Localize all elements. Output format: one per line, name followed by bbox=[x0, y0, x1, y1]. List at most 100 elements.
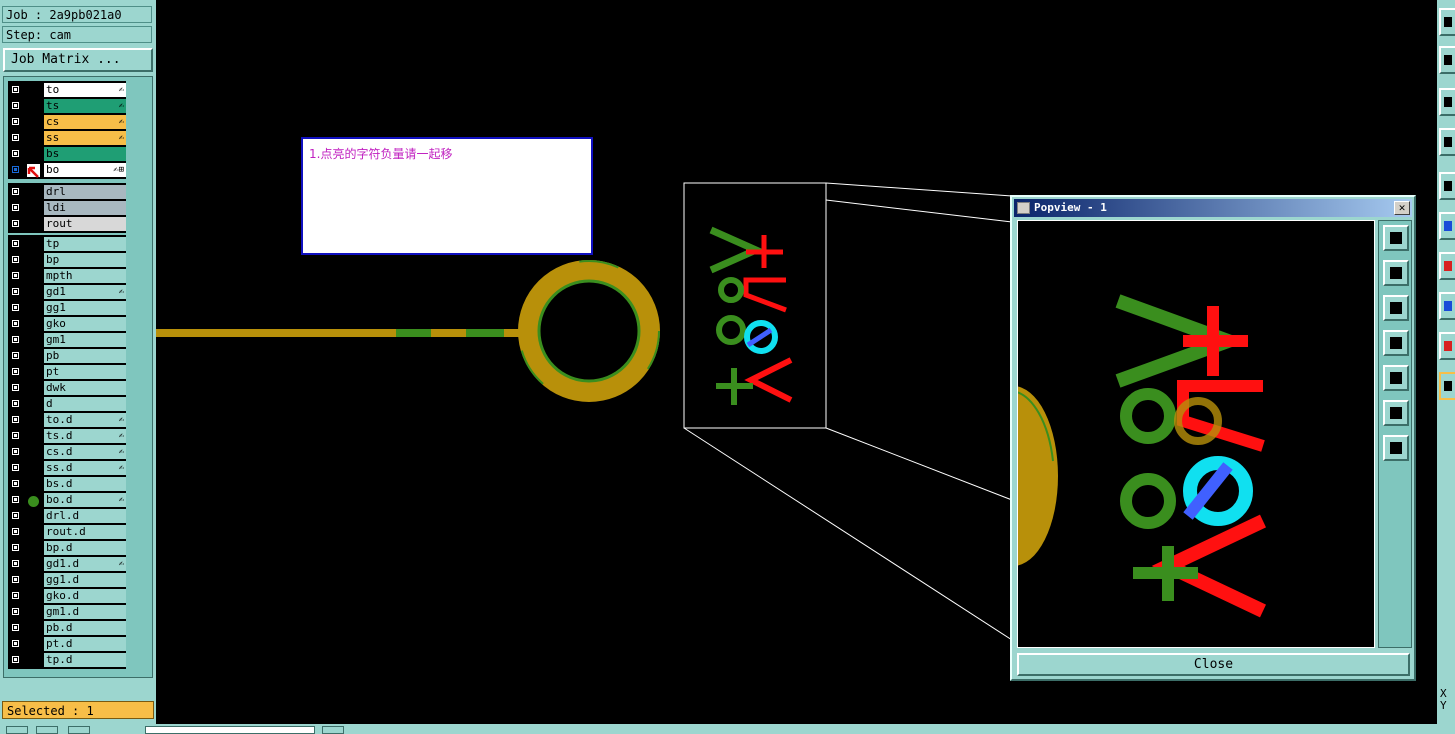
popview-title-bar[interactable]: Popview - 1 ✕ bbox=[1014, 199, 1412, 217]
bottom-button[interactable] bbox=[6, 726, 28, 734]
layer-name[interactable]: tp.d bbox=[44, 653, 126, 667]
layer-row-gm1[interactable]: gm1 bbox=[9, 332, 126, 348]
layer-name[interactable]: pt.d bbox=[44, 637, 126, 651]
layer-name[interactable]: bp.d bbox=[44, 541, 126, 555]
layer-checkbox[interactable] bbox=[11, 543, 20, 552]
layer-status-cell[interactable] bbox=[24, 477, 44, 491]
layer-status-cell[interactable] bbox=[24, 83, 44, 97]
layer-status-cell[interactable] bbox=[24, 525, 44, 539]
popview-tool-zoom-out[interactable] bbox=[1383, 435, 1409, 461]
note-box[interactable]: 1.点亮的字符负量请一起移 bbox=[301, 137, 593, 255]
layer-checkbox[interactable] bbox=[11, 367, 20, 376]
layer-row-rout-d[interactable]: rout.d bbox=[9, 524, 126, 540]
job-matrix-button[interactable]: Job Matrix ... bbox=[3, 48, 153, 72]
layer-checkbox[interactable] bbox=[11, 203, 20, 212]
layer-row-drl-d[interactable]: drl.d bbox=[9, 508, 126, 524]
layer-checkbox[interactable] bbox=[11, 133, 20, 142]
layer-checkbox[interactable] bbox=[11, 559, 20, 568]
layer-checkbox[interactable] bbox=[11, 101, 20, 110]
layer-row-bp[interactable]: bp bbox=[9, 252, 126, 268]
bottom-button[interactable] bbox=[36, 726, 58, 734]
layer-name[interactable]: pb.d bbox=[44, 621, 126, 635]
bottom-button[interactable] bbox=[322, 726, 344, 734]
layer-checkbox[interactable] bbox=[11, 527, 20, 536]
layer-name[interactable]: bo ✍⊞ bbox=[44, 163, 126, 177]
pad-ring[interactable] bbox=[518, 260, 660, 402]
layer-row-gm1-d[interactable]: gm1.d bbox=[9, 604, 126, 620]
layer-name[interactable]: bs.d bbox=[44, 477, 126, 491]
layer-row-bp-d[interactable]: bp.d bbox=[9, 540, 126, 556]
layer-name[interactable]: ss ✍ bbox=[44, 131, 126, 145]
layer-checkbox[interactable] bbox=[11, 85, 20, 94]
layer-status-cell[interactable] bbox=[24, 147, 44, 161]
layer-checkbox[interactable] bbox=[11, 219, 20, 228]
layer-row-ldi[interactable]: ldi bbox=[9, 200, 126, 216]
layer-row-bs-d[interactable]: bs.d bbox=[9, 476, 126, 492]
layer-checkbox[interactable] bbox=[11, 607, 20, 616]
popview-zoom-view[interactable] bbox=[1017, 220, 1375, 648]
layer-status-cell[interactable] bbox=[24, 381, 44, 395]
layer-name[interactable]: gd1 ✍ bbox=[44, 285, 126, 299]
layer-status-cell[interactable] bbox=[24, 217, 44, 231]
layer-row-gko[interactable]: gko bbox=[9, 316, 126, 332]
layer-row-gd1-d[interactable]: gd1.d ✍ bbox=[9, 556, 126, 572]
layer-status-cell[interactable] bbox=[24, 99, 44, 113]
layer-row-bo[interactable]: bo ✍⊞ bbox=[9, 162, 126, 178]
close-button[interactable]: Close bbox=[1017, 653, 1410, 676]
layer-checkbox[interactable] bbox=[11, 399, 20, 408]
layer-checkbox[interactable] bbox=[11, 117, 20, 126]
layer-name[interactable]: bo.d ✍ bbox=[44, 493, 126, 507]
layer-checkbox[interactable] bbox=[11, 463, 20, 472]
right-tool-3[interactable] bbox=[1439, 88, 1455, 116]
right-tool-7[interactable] bbox=[1439, 252, 1455, 280]
layer-checkbox[interactable] bbox=[11, 287, 20, 296]
layer-status-cell[interactable] bbox=[24, 557, 44, 571]
layer-status-cell[interactable] bbox=[24, 605, 44, 619]
layer-name[interactable]: gko.d bbox=[44, 589, 126, 603]
layer-row-gg1[interactable]: gg1 bbox=[9, 300, 126, 316]
layer-name[interactable]: mpth bbox=[44, 269, 126, 283]
right-tool-8[interactable] bbox=[1439, 292, 1455, 320]
layer-row-rout[interactable]: rout bbox=[9, 216, 126, 232]
right-tool-5[interactable] bbox=[1439, 172, 1455, 200]
layer-status-cell[interactable] bbox=[24, 461, 44, 475]
close-icon[interactable]: ✕ bbox=[1394, 201, 1410, 215]
layer-checkbox[interactable] bbox=[11, 165, 20, 174]
layer-name[interactable]: ldi bbox=[44, 201, 126, 215]
layer-status-cell[interactable] bbox=[24, 163, 44, 178]
layer-name[interactable]: gd1.d ✍ bbox=[44, 557, 126, 571]
layer-row-pt[interactable]: pt bbox=[9, 364, 126, 380]
layer-checkbox[interactable] bbox=[11, 303, 20, 312]
layer-checkbox[interactable] bbox=[11, 187, 20, 196]
layer-status-cell[interactable] bbox=[24, 429, 44, 443]
popview-tool-1[interactable] bbox=[1383, 225, 1409, 251]
layer-checkbox[interactable] bbox=[11, 271, 20, 280]
layer-name[interactable]: cs ✍ bbox=[44, 115, 126, 129]
layer-status-cell[interactable] bbox=[24, 201, 44, 215]
popview-tool-right[interactable] bbox=[1383, 365, 1409, 391]
layer-name[interactable]: gg1.d bbox=[44, 573, 126, 587]
layer-row-pb[interactable]: pb bbox=[9, 348, 126, 364]
layer-row-drl[interactable]: drl bbox=[9, 184, 126, 200]
layer-status-cell[interactable] bbox=[24, 115, 44, 129]
layer-row-gg1-d[interactable]: gg1.d bbox=[9, 572, 126, 588]
layer-status-cell[interactable] bbox=[24, 397, 44, 411]
layer-status-cell[interactable] bbox=[24, 349, 44, 363]
layer-row-d[interactable]: d bbox=[9, 396, 126, 412]
right-tool-4[interactable] bbox=[1439, 128, 1455, 156]
layer-row-pb-d[interactable]: pb.d bbox=[9, 620, 126, 636]
layer-status-cell[interactable] bbox=[24, 589, 44, 603]
layer-status-cell[interactable] bbox=[24, 333, 44, 347]
layer-checkbox[interactable] bbox=[11, 639, 20, 648]
layer-row-ss[interactable]: ss ✍ bbox=[9, 130, 126, 146]
layer-name[interactable]: drl bbox=[44, 185, 126, 199]
layer-name[interactable]: gm1 bbox=[44, 333, 126, 347]
layer-checkbox[interactable] bbox=[11, 335, 20, 344]
layer-row-gd1[interactable]: gd1 ✍ bbox=[9, 284, 126, 300]
layer-status-cell[interactable] bbox=[24, 253, 44, 267]
layer-status-cell[interactable] bbox=[24, 365, 44, 379]
layer-name[interactable]: dwk bbox=[44, 381, 126, 395]
popview-tool-left[interactable] bbox=[1383, 330, 1409, 356]
popview-tool-zoom-in[interactable] bbox=[1383, 400, 1409, 426]
layer-checkbox[interactable] bbox=[11, 495, 20, 504]
